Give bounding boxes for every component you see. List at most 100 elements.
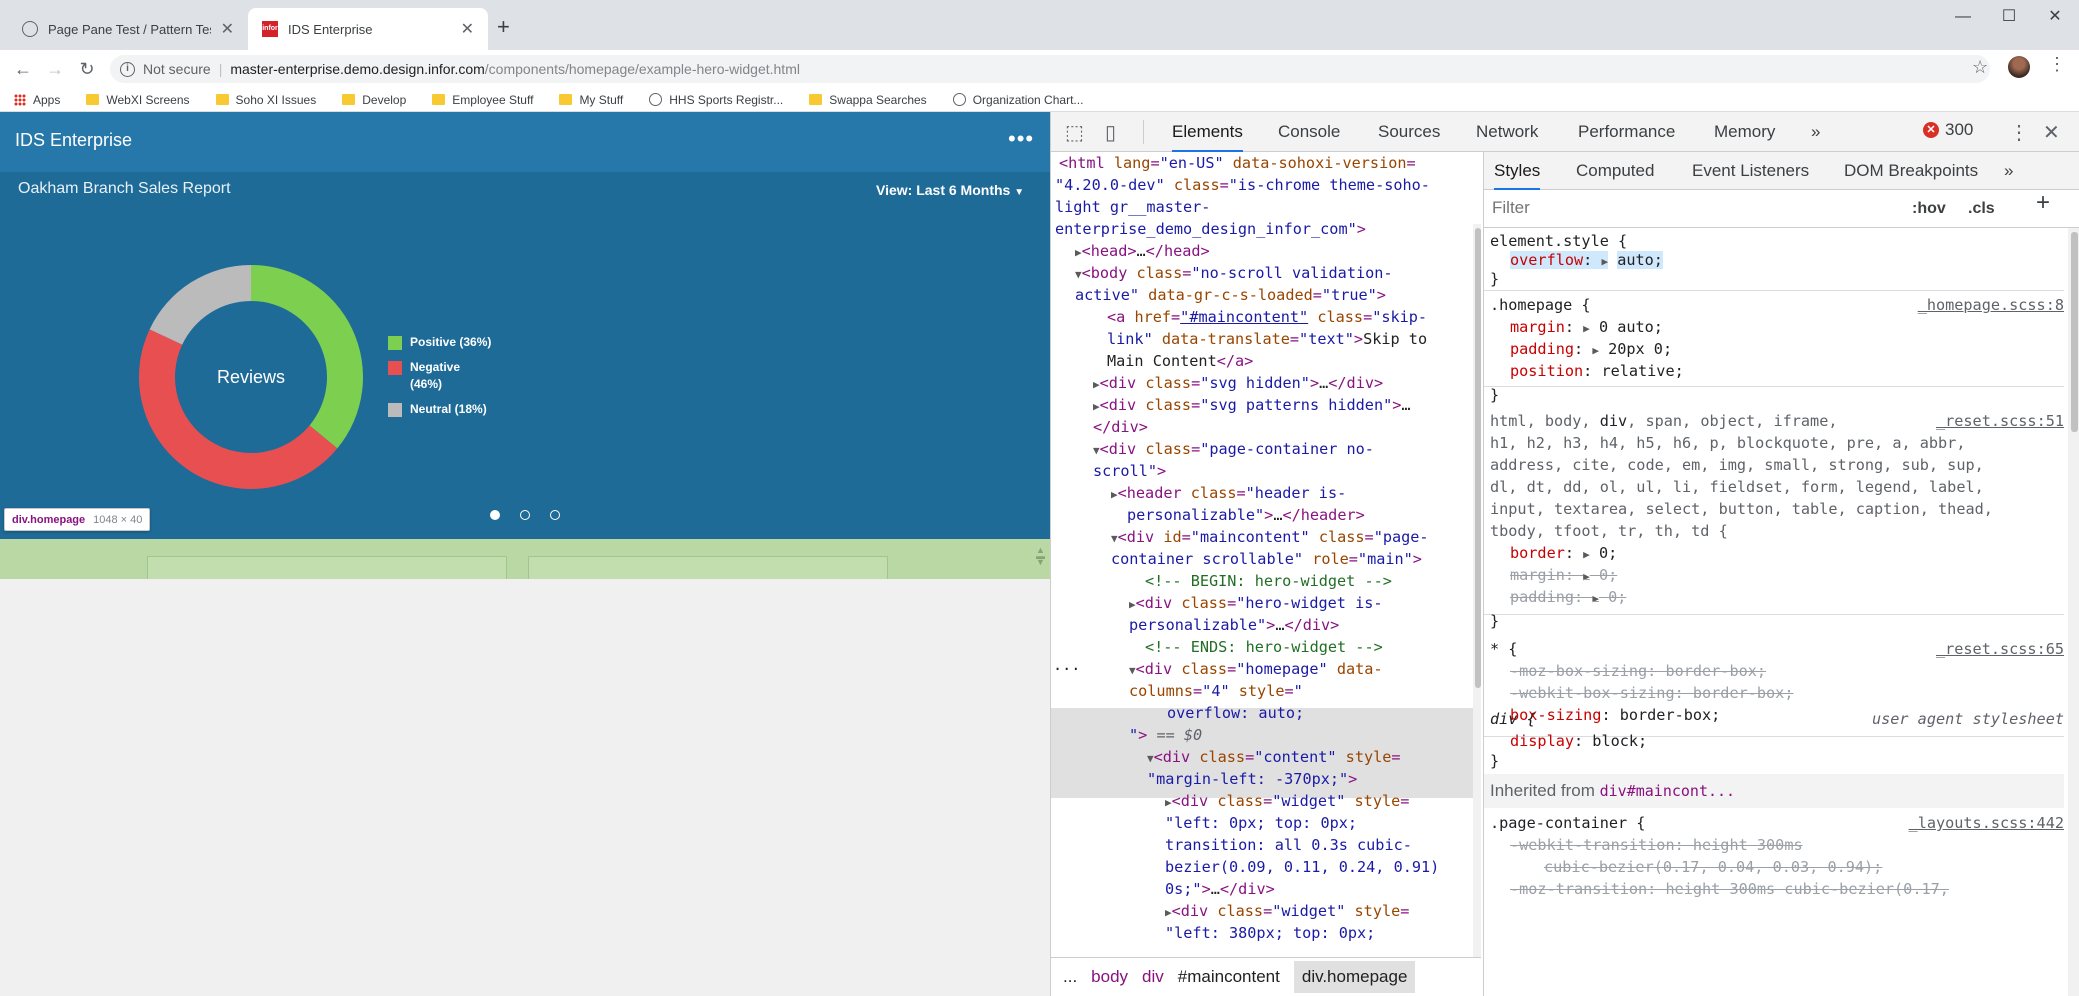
styles-scrollbar-thumb[interactable] <box>2071 232 2078 432</box>
page-viewport: IDS Enterprise ••• Oakham Branch Sales R… <box>0 112 1050 996</box>
donut-slice-neutral[interactable] <box>149 265 251 345</box>
breadcrumb-maincontent[interactable]: #maincontent <box>1178 967 1280 987</box>
tab-performance[interactable]: Performance <box>1578 112 1675 152</box>
browser-tab-active[interactable]: infor IDS Enterprise ✕ <box>248 8 488 50</box>
browser-toolbar: ← → ↻ i Not secure | master-enterprise.d… <box>0 50 2079 88</box>
cls-toggle[interactable]: .cls <box>1968 198 1995 220</box>
tooltip-element-name: div.homepage <box>12 513 86 526</box>
back-icon[interactable]: ← <box>12 58 34 80</box>
forward-icon[interactable]: → <box>44 58 66 80</box>
close-tab-icon[interactable]: ✕ <box>461 19 474 39</box>
resize-handle-icon: ▲ ▬ ▼ <box>1036 545 1045 567</box>
legend-label: Negative (46%) <box>410 360 461 391</box>
legend-item: Neutral (18%) <box>388 401 508 418</box>
error-count: 300 <box>1945 120 1974 139</box>
styles-filter-input[interactable] <box>1490 194 1900 222</box>
tab-sources[interactable]: Sources <box>1378 112 1440 152</box>
bookmarks-bar: Apps WebXI Screens Soho XI Issues Develo… <box>0 88 2079 112</box>
dom-tree[interactable]: <html lang="en-US" data-sohoxi-version= … <box>1051 152 1481 957</box>
bookmark-label: Swappa Searches <box>829 92 927 107</box>
bookmark-apps[interactable]: Apps <box>14 93 60 107</box>
tab-network[interactable]: Network <box>1476 112 1538 152</box>
inherited-selector[interactable]: div#maincont... <box>1600 782 1735 800</box>
donut-slice-negative[interactable] <box>138 329 338 490</box>
bookmark-item[interactable]: Swappa Searches <box>809 92 927 107</box>
separator: | <box>218 61 223 77</box>
tab-dom-breakpoints[interactable]: DOM Breakpoints <box>1844 152 1978 190</box>
styles-pane: Styles Computed Event Listeners DOM Brea… <box>1483 152 2079 996</box>
tab-console[interactable]: Console <box>1278 112 1340 152</box>
folder-icon <box>215 94 229 105</box>
close-window-button[interactable]: ✕ <box>2032 4 2078 30</box>
folder-icon <box>86 94 100 105</box>
homepage-highlight-overlay: ▲ ▬ ▼ <box>0 539 1050 579</box>
browser-menu-icon[interactable]: ⋮ <box>2048 54 2066 75</box>
inspect-tooltip: div.homepage 1048 × 40 <box>4 508 151 531</box>
legend-item: Negative (46%) <box>388 359 474 393</box>
maximize-button[interactable]: ☐ <box>1986 4 2032 30</box>
globe-icon <box>952 93 966 106</box>
error-icon: ✕ <box>1923 122 1939 138</box>
bookmark-item[interactable]: WebXI Screens <box>86 92 190 107</box>
folder-icon <box>559 94 573 105</box>
tab-elements[interactable]: Elements <box>1172 112 1243 152</box>
close-devtools-icon[interactable]: ✕ <box>2043 120 2060 145</box>
more-tabs-icon[interactable]: » <box>2004 152 2013 190</box>
more-actions-icon[interactable]: ••• <box>1008 126 1034 152</box>
dom-breadcrumbs: ... body div #maincontent div.homepage <box>1051 957 1481 996</box>
breadcrumb-overflow[interactable]: ... <box>1063 967 1077 987</box>
app-title: IDS Enterprise <box>15 130 133 150</box>
inherited-label: Inherited from <box>1490 781 1595 800</box>
new-rule-icon[interactable]: + <box>2036 190 2050 214</box>
url-path: /components/homepage/example-hero-widget… <box>484 61 800 77</box>
bookmark-label: Soho XI Issues <box>235 92 317 107</box>
bookmark-item[interactable]: Develop <box>342 93 406 107</box>
donut-slice-positive[interactable] <box>251 265 363 449</box>
security-label: Not secure <box>143 61 211 77</box>
inspect-element-icon[interactable]: ⬚ <box>1065 120 1084 145</box>
minimize-button[interactable]: — <box>1940 4 1986 30</box>
error-counter[interactable]: ✕ 300 <box>1923 120 1973 140</box>
tab-memory[interactable]: Memory <box>1714 112 1775 152</box>
bookmark-item[interactable]: Soho XI Issues <box>215 92 317 107</box>
bookmark-label: My Stuff <box>579 92 624 107</box>
reload-icon[interactable]: ↻ <box>76 58 98 80</box>
folder-icon <box>809 94 823 105</box>
tab-title: Page Pane Test / Pattern Test <box>48 21 211 37</box>
tab-event-listeners[interactable]: Event Listeners <box>1692 152 1809 190</box>
close-tab-icon[interactable]: ✕ <box>221 19 234 39</box>
device-toolbar-icon[interactable]: ▯ <box>1105 120 1116 145</box>
app-header: IDS Enterprise ••• <box>0 112 1050 172</box>
address-bar[interactable]: i Not secure | master-enterprise.demo.de… <box>110 55 1990 83</box>
legend-label: Positive (36%) <box>410 335 492 349</box>
hov-toggle[interactable]: :hov <box>1912 198 1946 220</box>
devtools-menu-icon[interactable]: ⋮ <box>2009 120 2029 145</box>
dom-scrollbar-thumb[interactable] <box>1475 228 1481 688</box>
profile-avatar[interactable] <box>2008 56 2030 78</box>
pager-dot[interactable] <box>550 510 560 520</box>
pager-dot[interactable] <box>520 510 530 520</box>
new-tab-button[interactable]: + <box>497 14 510 40</box>
view-selector-label: View: Last 6 Months <box>876 182 1011 198</box>
breadcrumb-body[interactable]: body <box>1091 967 1128 987</box>
breadcrumb-homepage[interactable]: div.homepage <box>1293 961 1416 993</box>
browser-tab[interactable]: Page Pane Test / Pattern Test ✕ <box>8 8 248 50</box>
inherited-from-header: Inherited from div#maincont... <box>1484 774 2064 808</box>
bookmark-label: Organization Chart... <box>972 92 1084 107</box>
view-selector[interactable]: View: Last 6 Months ▼ <box>876 182 1024 198</box>
tab-computed[interactable]: Computed <box>1576 152 1654 190</box>
more-tabs-icon[interactable]: » <box>1811 112 1820 152</box>
tab-styles[interactable]: Styles <box>1494 152 1541 190</box>
bookmark-item[interactable]: HHS Sports Registr... <box>649 93 783 107</box>
bookmark-star-icon[interactable]: ☆ <box>1972 57 1988 78</box>
style-rule: html, body, div, span, object, iframe, _… <box>1484 408 2064 615</box>
tooltip-element-size: 1048 × 40 <box>93 513 143 526</box>
bookmark-item[interactable]: Employee Stuff <box>432 93 533 107</box>
bookmark-item[interactable]: Organization Chart... <box>952 92 1084 107</box>
donut-center-label: Reviews <box>217 367 285 387</box>
breadcrumb-div[interactable]: div <box>1142 967 1164 987</box>
info-icon[interactable]: i <box>120 61 135 77</box>
bookmark-item[interactable]: My Stuff <box>559 93 623 107</box>
bookmark-label: WebXI Screens <box>106 92 190 107</box>
pager-dot-active[interactable] <box>490 510 500 520</box>
